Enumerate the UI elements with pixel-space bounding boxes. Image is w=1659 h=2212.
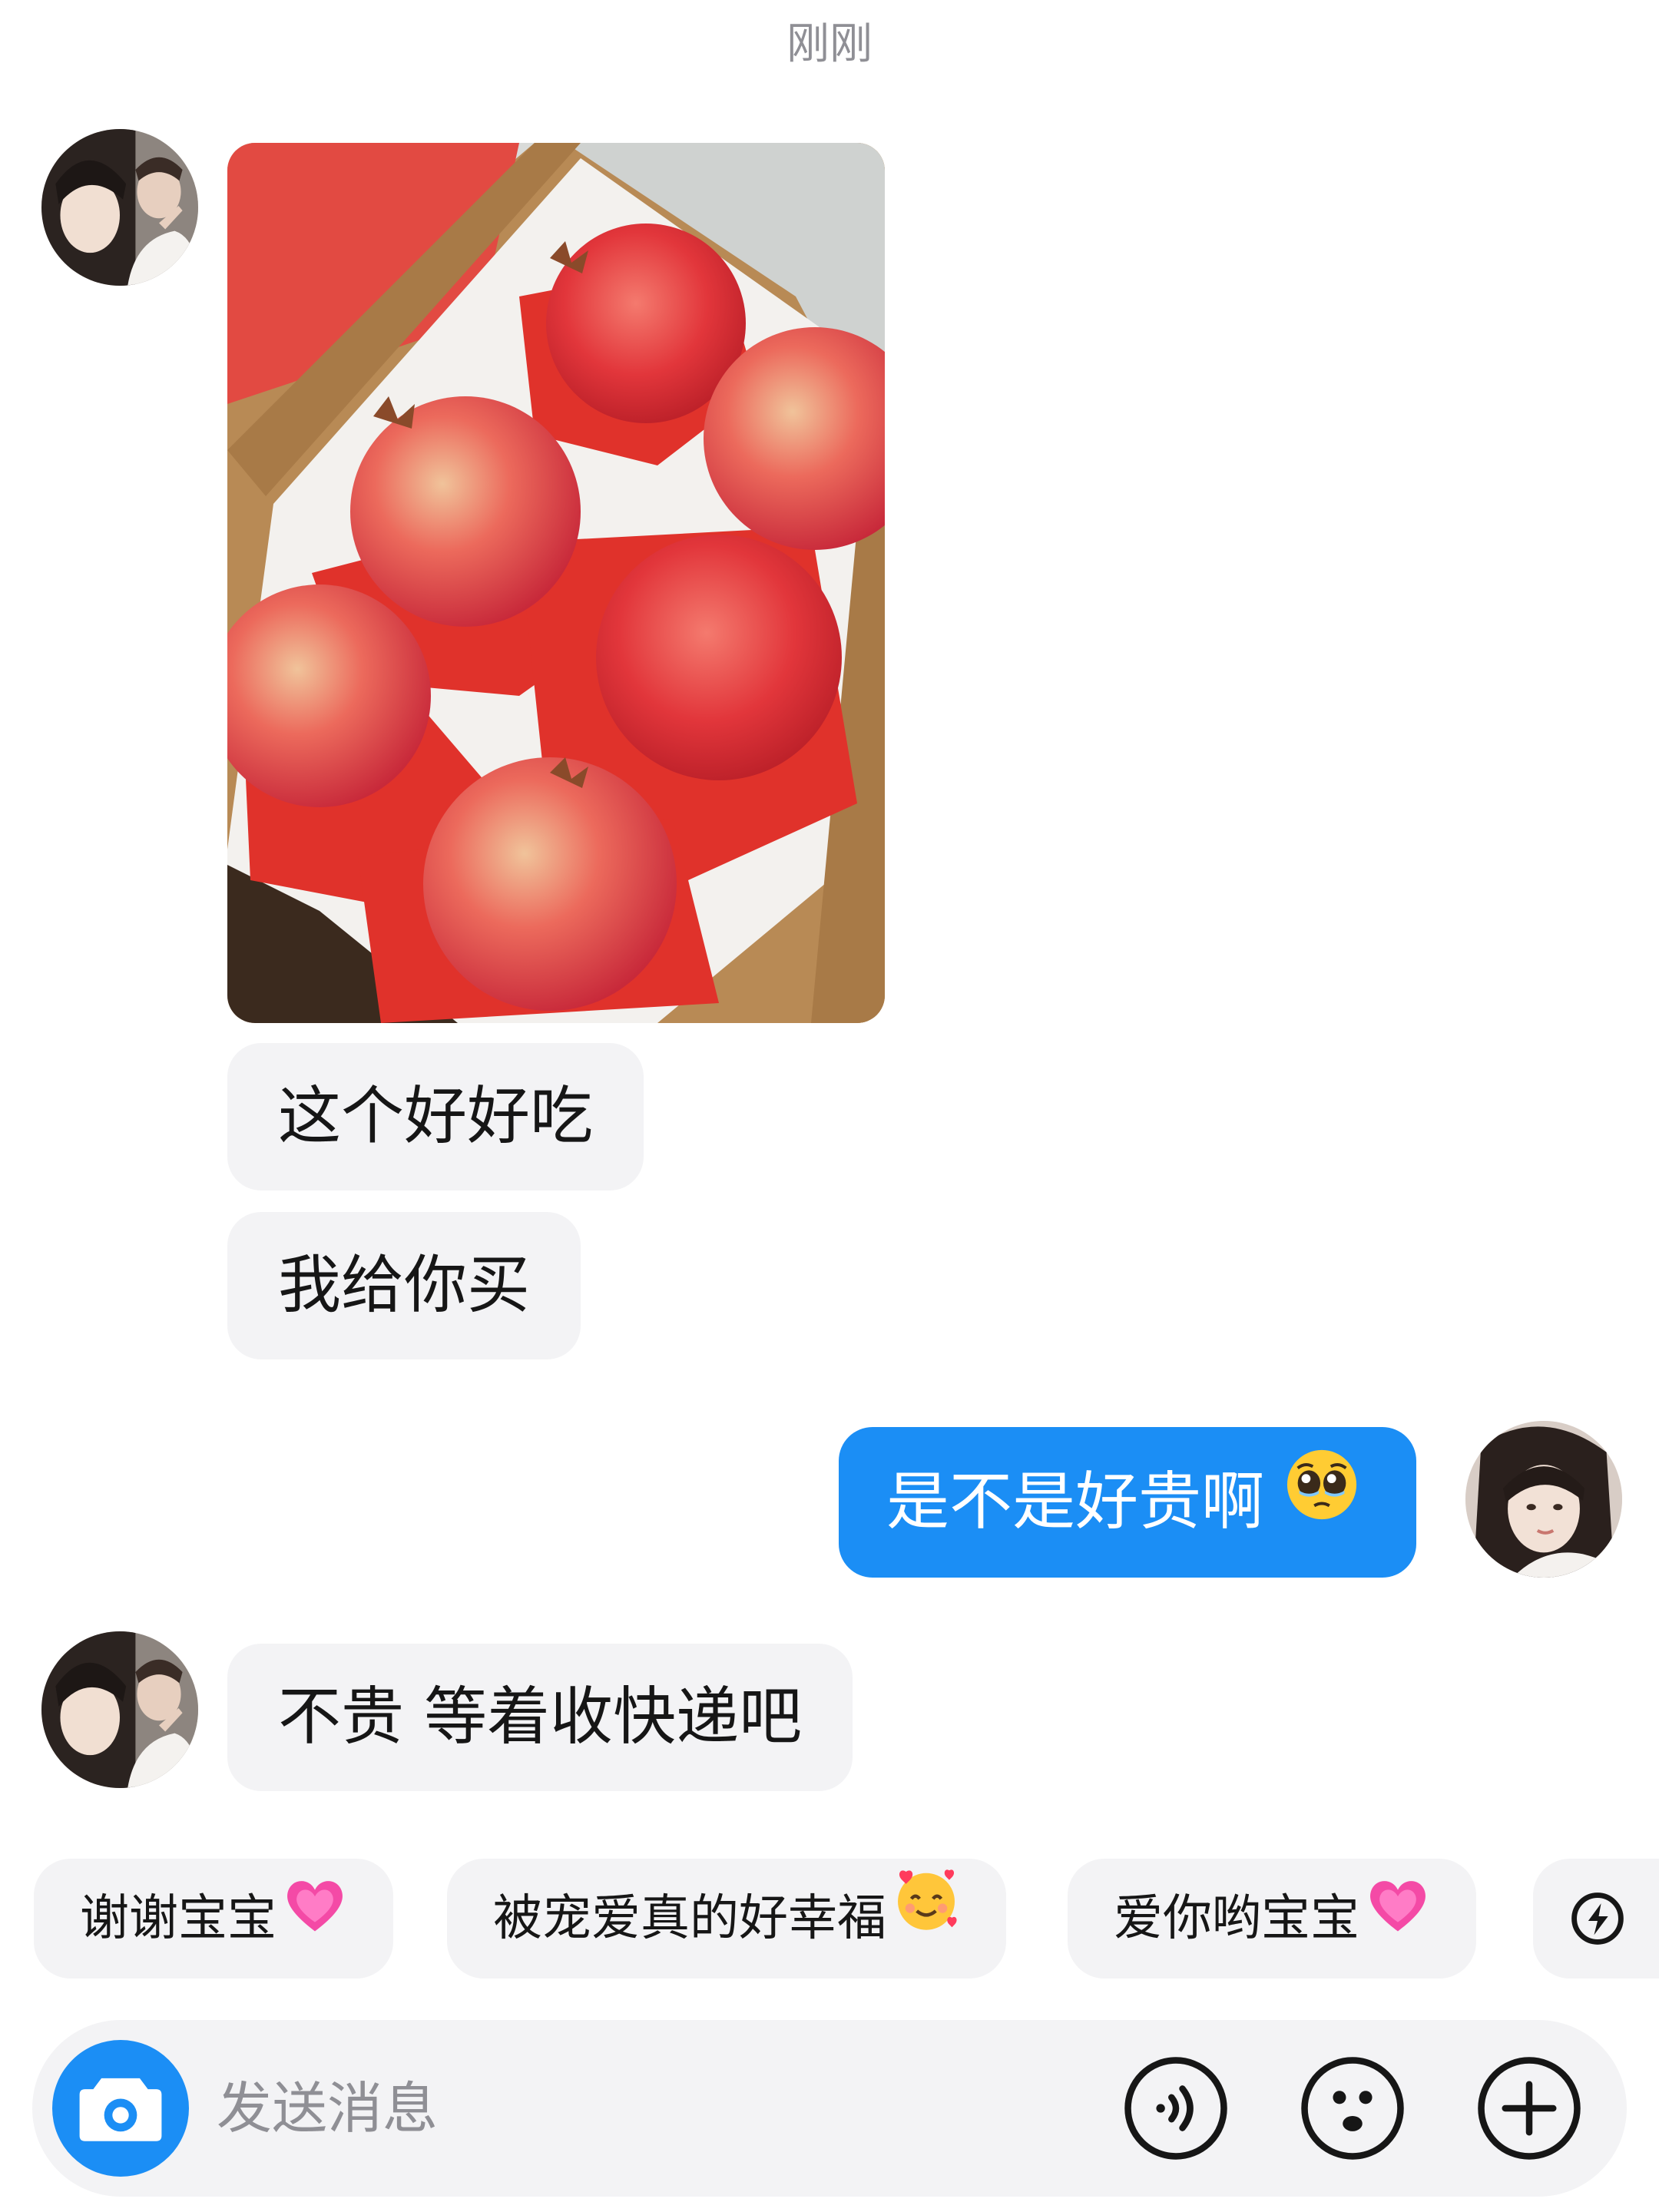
voice-button[interactable] — [1121, 2054, 1230, 2163]
quick-reply-text: 谢谢宝宝 — [80, 1890, 276, 1947]
message-text: 我给你买 — [278, 1249, 531, 1322]
camera-button[interactable] — [52, 2040, 189, 2177]
pleading-face-icon — [1284, 1426, 1359, 1577]
camera-icon — [79, 2078, 162, 2141]
partner-avatar[interactable] — [41, 129, 198, 286]
message-bubble-incoming[interactable]: 这个好好吃 — [227, 1043, 644, 1190]
heart-icon — [283, 1858, 347, 1978]
voice-icon — [1124, 2057, 1227, 2160]
quick-reply-chip[interactable]: 被宠爱真的好幸福 — [447, 1859, 1006, 1979]
pomegranate-photo[interactable] — [227, 143, 885, 1023]
message-text: 不贵 等着收快递吧 — [278, 1681, 803, 1753]
partner-avatar-photo — [41, 129, 198, 286]
message-text: 是不是好贵啊 — [886, 1465, 1265, 1538]
smiling-face-with-hearts-icon — [892, 1858, 960, 1978]
heart-icon — [1366, 1858, 1430, 1978]
quick-reply-text: 爱你哟宝宝 — [1114, 1890, 1359, 1947]
message-bubble-outgoing[interactable]: 是不是好贵啊 — [839, 1426, 1417, 1578]
my-avatar-photo — [1465, 1421, 1622, 1578]
my-avatar[interactable] — [1465, 1421, 1622, 1578]
quick-reply-lightning-button[interactable] — [1533, 1859, 1659, 1979]
message-input-bar: 发送消息 — [32, 2020, 1627, 2197]
quick-reply-bar: 谢谢宝宝 被宠爱真的好幸福 爱你哟宝宝 — [0, 1859, 1659, 1979]
chat-timestamp: 刚刚 — [786, 19, 873, 69]
emoji-icon — [1301, 2057, 1404, 2160]
more-button[interactable] — [1475, 2054, 1584, 2163]
emoji-button[interactable] — [1298, 2054, 1407, 2163]
message-bubble-incoming[interactable]: 不贵 等着收快递吧 — [227, 1644, 853, 1791]
quick-reply-chip[interactable]: 谢谢宝宝 — [34, 1859, 393, 1979]
plus-icon — [1478, 2057, 1581, 2160]
message-input[interactable]: 发送消息 — [217, 2020, 438, 2197]
quick-reply-text: 被宠爱真的好幸福 — [493, 1890, 886, 1947]
message-text: 这个好好吃 — [278, 1080, 594, 1153]
message-bubble-incoming[interactable]: 我给你买 — [227, 1212, 581, 1359]
quick-reply-chip[interactable]: 爱你哟宝宝 — [1068, 1859, 1476, 1979]
partner-avatar[interactable] — [41, 1631, 198, 1788]
lightning-icon — [1571, 1892, 1624, 1945]
partner-avatar-photo — [41, 1631, 198, 1788]
